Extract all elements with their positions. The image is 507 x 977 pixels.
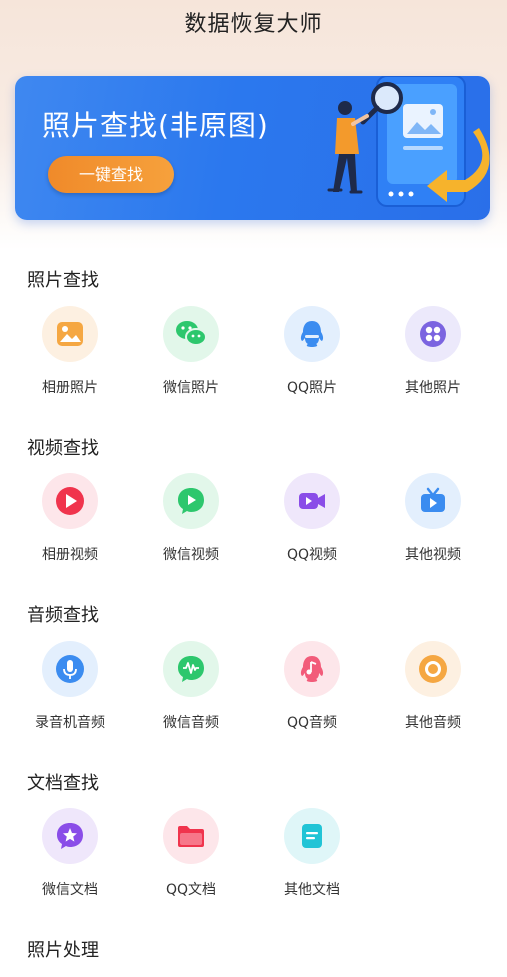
- qq-photo-item[interactable]: QQ照片: [262, 306, 362, 397]
- qq-audio-item[interactable]: QQ音频: [262, 641, 362, 732]
- section-title-video: 视频查找: [27, 438, 99, 459]
- recorder-audio-item[interactable]: 录音机音频: [20, 641, 120, 732]
- item-label: 微信音频: [163, 715, 219, 731]
- wechat-video-icon: [163, 473, 219, 529]
- wechat-document-item[interactable]: 微信文档: [20, 808, 120, 899]
- item-label: 其他音频: [405, 715, 461, 731]
- one-click-search-button[interactable]: 一键查找: [48, 156, 174, 193]
- qq-video-item[interactable]: QQ视频: [262, 473, 362, 564]
- item-label: 微信视频: [163, 547, 219, 563]
- folder-icon: [163, 808, 219, 864]
- item-label: QQ文档: [165, 882, 217, 898]
- qq-document-item[interactable]: QQ文档: [141, 808, 241, 899]
- banner-title: 照片查找(非原图): [42, 109, 269, 142]
- star-chat-icon: [42, 808, 98, 864]
- qq-icon: [284, 306, 340, 362]
- item-label: 其他文档: [284, 882, 340, 898]
- album-photo-icon: [42, 306, 98, 362]
- wechat-icon: [163, 306, 219, 362]
- wechat-audio-item[interactable]: 微信音频: [141, 641, 241, 732]
- video-camera-icon: [284, 473, 340, 529]
- wechat-photo-item[interactable]: 微信照片: [141, 306, 241, 397]
- item-label: 其他照片: [405, 380, 461, 396]
- search-illustration-icon: [327, 76, 490, 207]
- album-video-item[interactable]: 相册视频: [20, 473, 120, 564]
- item-label: QQ视频: [286, 547, 338, 563]
- other-document-item[interactable]: 其他文档: [262, 808, 362, 899]
- music-note-icon: [284, 641, 340, 697]
- item-label: 微信文档: [42, 882, 98, 898]
- item-label: QQ音频: [286, 715, 338, 731]
- item-label: QQ照片: [286, 380, 338, 396]
- grid-dots-icon: [405, 306, 461, 362]
- record-icon: [405, 641, 461, 697]
- microphone-icon: [42, 641, 98, 697]
- other-video-item[interactable]: 其他视频: [383, 473, 483, 564]
- photo-search-banner[interactable]: 照片查找(非原图) 一键查找: [15, 76, 490, 220]
- other-photo-item[interactable]: 其他照片: [383, 306, 483, 397]
- section-title-photo-processing: 照片处理: [27, 940, 99, 961]
- item-label: 相册照片: [42, 380, 98, 396]
- item-label: 微信照片: [163, 380, 219, 396]
- item-label: 其他视频: [405, 547, 461, 563]
- item-label: 录音机音频: [35, 715, 105, 731]
- section-title-audio: 音频查找: [27, 605, 99, 626]
- document-icon: [284, 808, 340, 864]
- section-title-document: 文档查找: [27, 773, 99, 794]
- wechat-video-item[interactable]: 微信视频: [141, 473, 241, 564]
- item-label: 相册视频: [42, 547, 98, 563]
- tv-icon: [405, 473, 461, 529]
- section-title-photo: 照片查找: [27, 270, 99, 291]
- other-audio-item[interactable]: 其他音频: [383, 641, 483, 732]
- voice-wave-icon: [163, 641, 219, 697]
- play-icon: [42, 473, 98, 529]
- app-title: 数据恢复大师: [184, 12, 323, 37]
- album-photo-item[interactable]: 相册照片: [20, 306, 120, 397]
